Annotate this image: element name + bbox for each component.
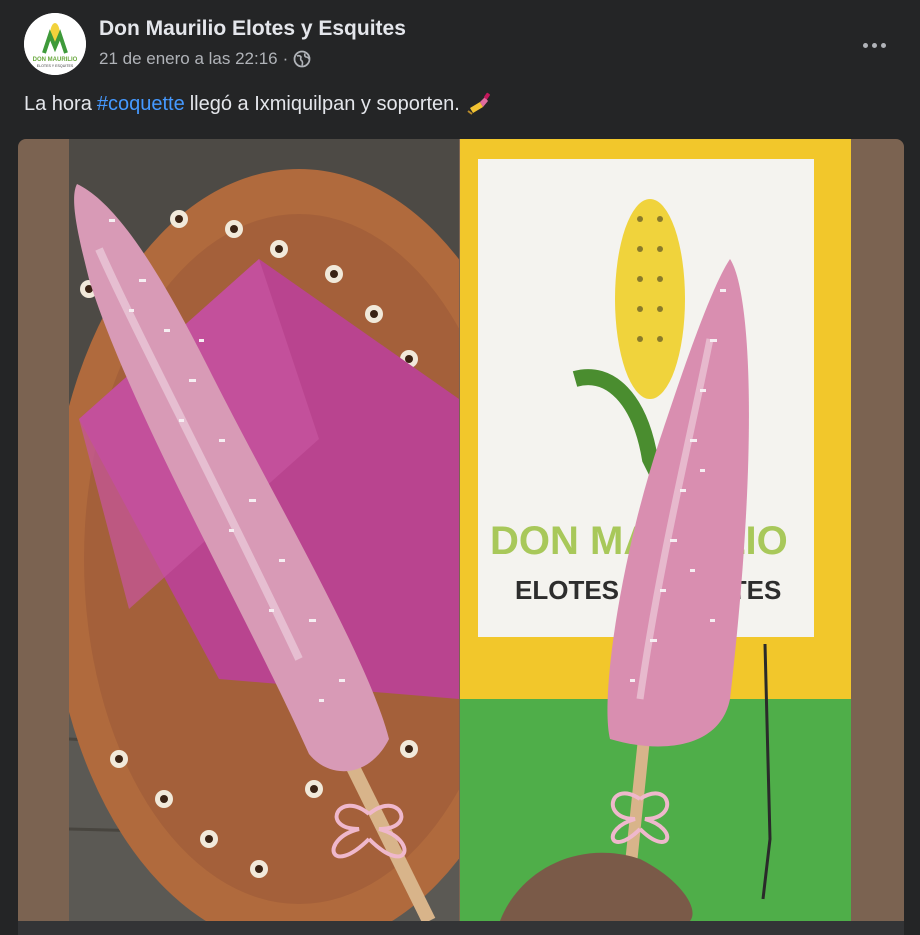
page-name[interactable]: Don Maurilio Elotes y Esquites	[99, 17, 406, 41]
post-timestamp[interactable]: 21 de enero a las 22:16	[99, 49, 278, 69]
more-options-icon[interactable]	[856, 27, 892, 63]
post-header: DON MAURILIO ELOTES Y ESQUITES Don Mauri…	[24, 13, 896, 77]
page-avatar[interactable]: DON MAURILIO ELOTES Y ESQUITES	[24, 13, 86, 75]
svg-text:DON MAURILIO: DON MAURILIO	[33, 57, 78, 63]
facebook-post: DON MAURILIO ELOTES Y ESQUITES Don Mauri…	[0, 0, 920, 935]
photo-left[interactable]	[69, 139, 459, 921]
post-meta: 21 de enero a las 22:16 ·	[99, 49, 311, 69]
photo-right[interactable]: DON MAURILIO ELOTES Y ESQUITES	[460, 139, 851, 921]
globe-icon[interactable]	[293, 50, 311, 68]
svg-text:ELOTES Y ESQUITES: ELOTES Y ESQUITES	[37, 64, 74, 68]
post-caption: La hora #coquette llegó a Ixmiquilpan y …	[24, 92, 492, 116]
meta-separator: ·	[282, 49, 289, 68]
nail-polish-emoji	[466, 92, 492, 116]
don-maurilio-logo: DON MAURILIO ELOTES Y ESQUITES	[24, 13, 86, 75]
caption-text-start: La hora	[24, 92, 92, 115]
caption-text-end: llegó a Ixmiquilpan y soporten.	[189, 92, 460, 115]
media-bottom-strip	[18, 921, 904, 935]
hashtag-link[interactable]: #coquette	[97, 93, 185, 116]
post-media: DON MAURILIO ELOTES Y ESQUITES	[18, 139, 904, 935]
